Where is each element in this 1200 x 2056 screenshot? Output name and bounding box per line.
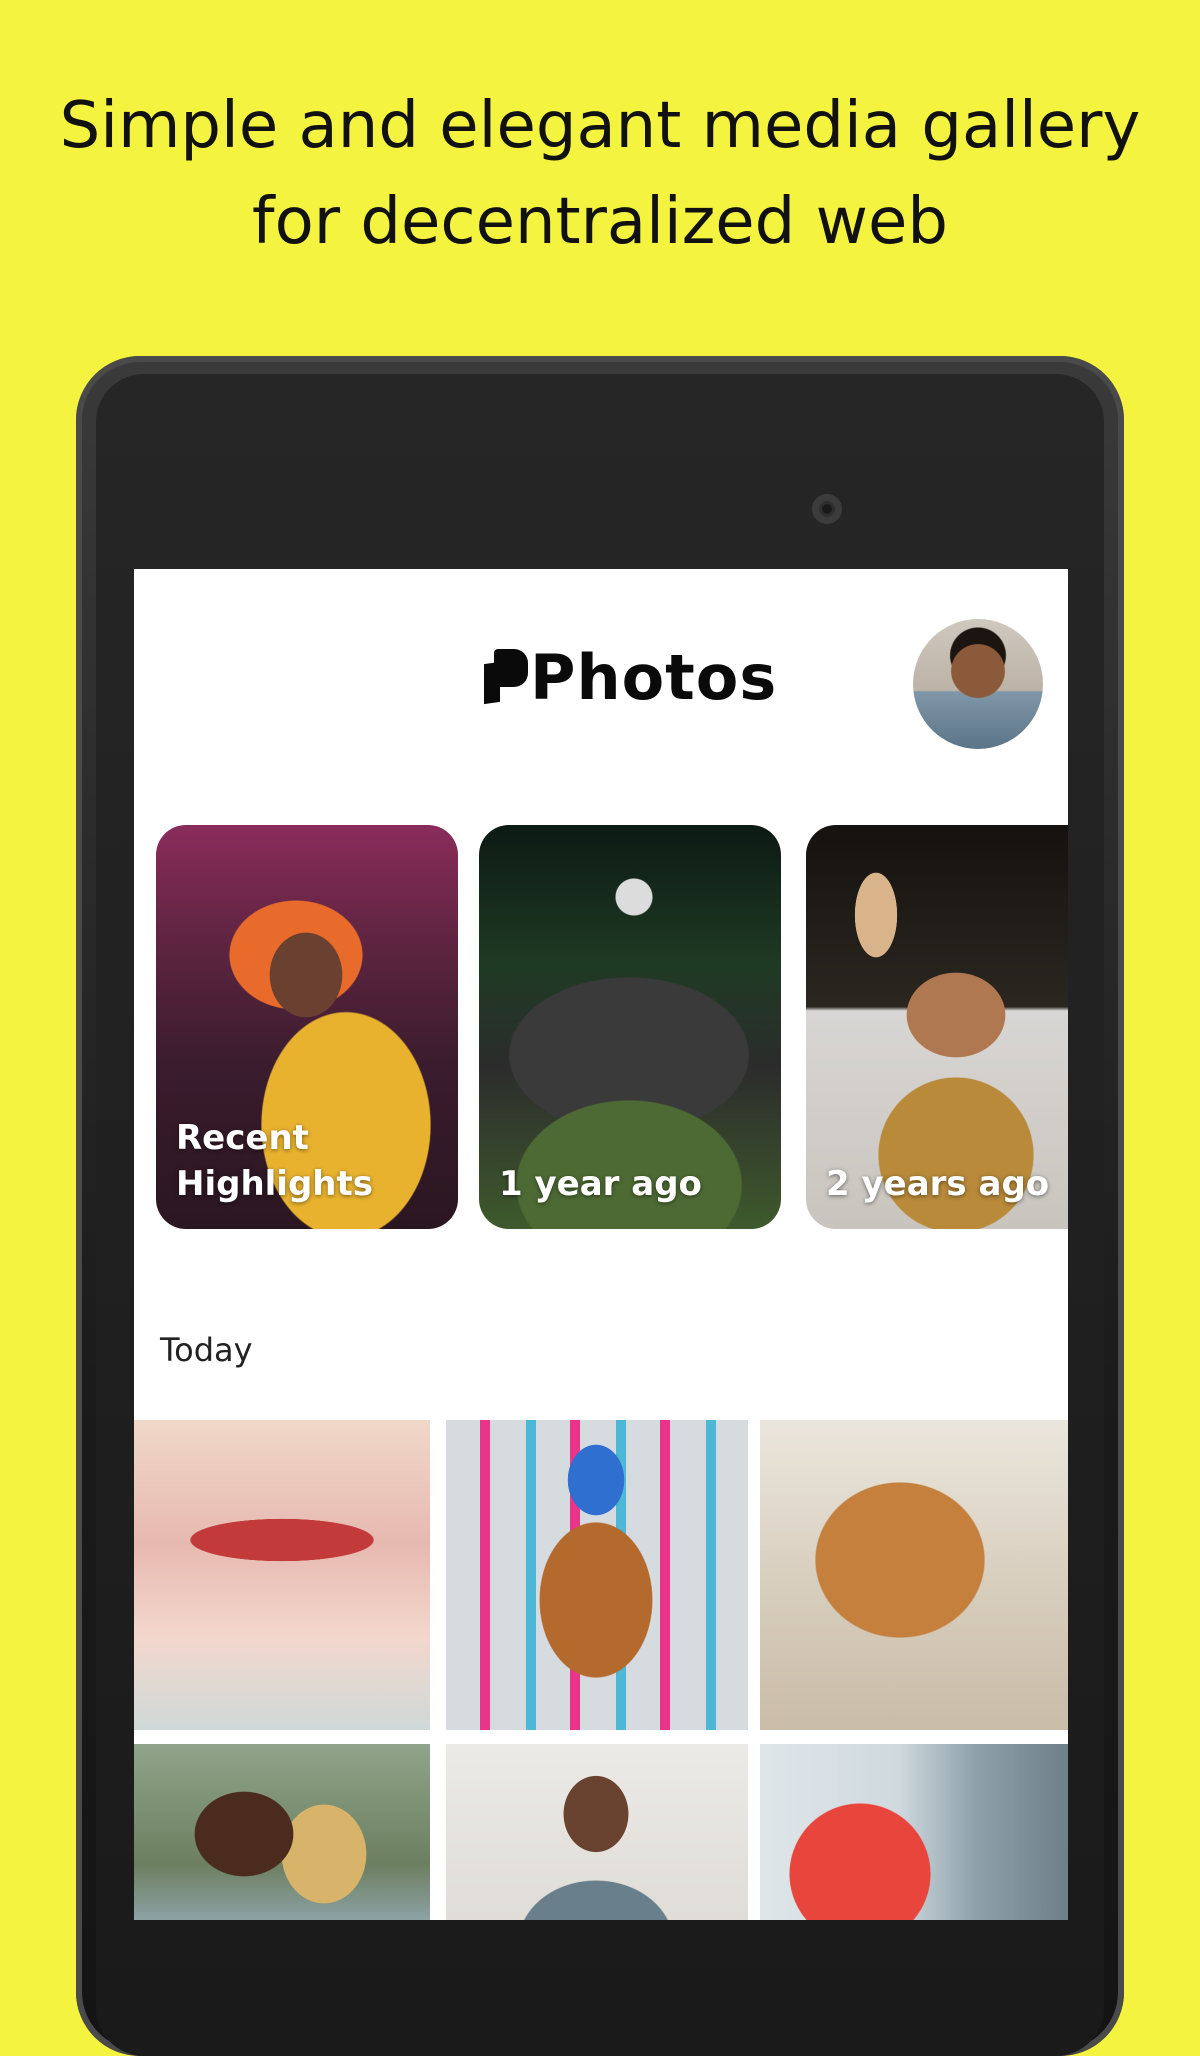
photo-thumbnail[interactable] <box>134 1744 430 1920</box>
photo-thumbnail[interactable] <box>760 1420 1068 1730</box>
photo-thumbnail[interactable] <box>446 1744 748 1920</box>
section-title-today: Today <box>160 1331 253 1369</box>
highlight-label-line1: Recent <box>176 1118 309 1158</box>
promo-headline-line2: for decentralized web <box>252 185 948 259</box>
app-screen: Photos Recent Highlights 1 year ago 2 ye… <box>134 569 1068 1920</box>
app-logo: Photos <box>484 637 777 717</box>
highlight-card-1-year[interactable]: 1 year ago <box>479 825 781 1229</box>
photo-thumbnail[interactable] <box>760 1744 1068 1920</box>
promo-headline: Simple and elegant media gallery for dec… <box>0 78 1200 270</box>
app-header: Photos <box>134 569 1068 769</box>
highlight-label: 1 year ago <box>499 1164 702 1204</box>
photo-thumbnail[interactable] <box>446 1420 748 1730</box>
highlight-card-2-years[interactable]: 2 years ago <box>806 825 1068 1229</box>
app-title: Photos <box>530 640 778 714</box>
front-camera <box>812 494 842 524</box>
profile-avatar[interactable] <box>913 619 1043 749</box>
highlights-carousel[interactable]: Recent Highlights 1 year ago 2 years ago <box>134 825 1068 1229</box>
highlight-label-line2: Highlights <box>176 1164 373 1204</box>
photo-thumbnail[interactable] <box>134 1420 430 1730</box>
highlight-label: 2 years ago <box>826 1164 1050 1204</box>
logo-p-icon <box>484 649 528 705</box>
highlight-card-recent[interactable]: Recent Highlights <box>156 825 458 1229</box>
promo-headline-line1: Simple and elegant media gallery <box>59 89 1141 163</box>
highlight-label: Recent Highlights <box>176 1115 373 1207</box>
